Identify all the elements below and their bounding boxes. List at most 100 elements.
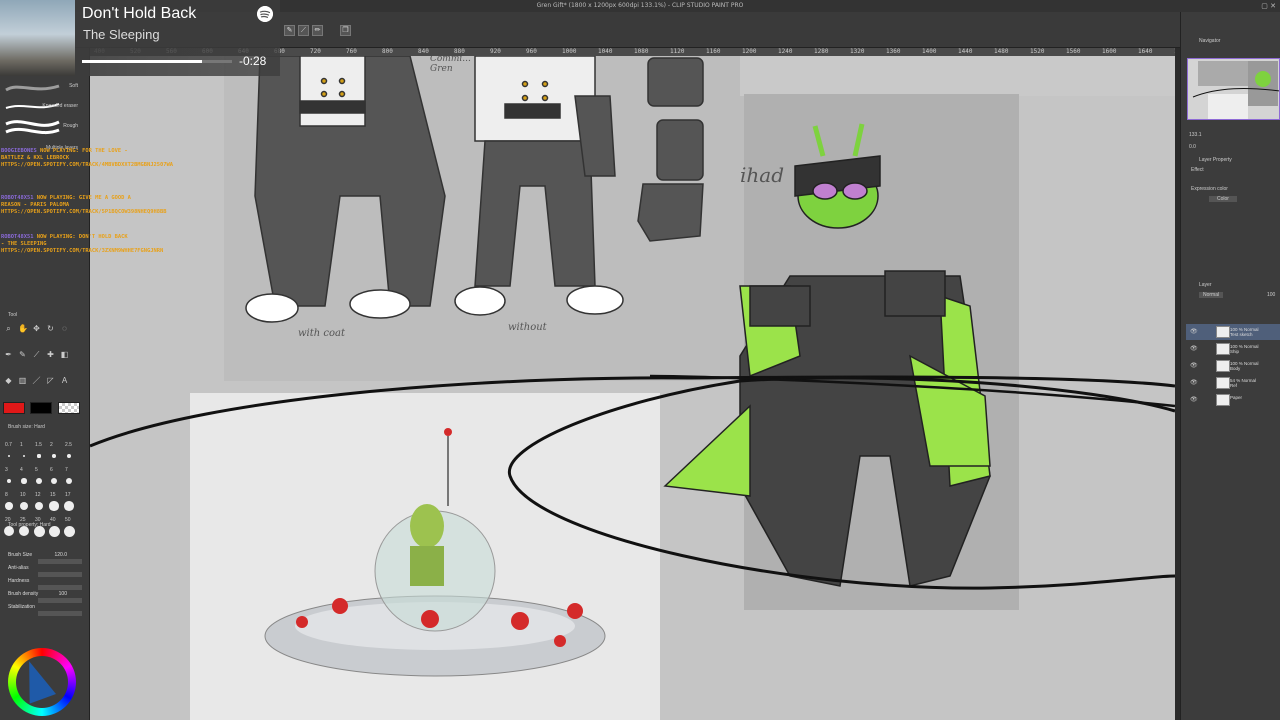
window-controls[interactable]: ▢ ✕ — [1261, 0, 1276, 12]
main-color-swatch[interactable] — [3, 402, 25, 414]
ruler-tick: 1200 — [742, 48, 757, 55]
lasso-icon[interactable]: ◌ — [60, 324, 69, 333]
edit-tool-icon[interactable]: ✏ — [312, 25, 323, 36]
ruler-icon[interactable]: ◸ — [46, 376, 55, 385]
brush-size-label[interactable]: 3 — [5, 467, 8, 473]
visibility-eye-icon[interactable]: 👁 — [1190, 345, 1198, 352]
ruler-tick: 1640 — [1138, 48, 1153, 55]
property-slider[interactable] — [38, 585, 82, 590]
brush-size-dot[interactable] — [66, 453, 72, 459]
tool-property-title: Tool property: Hard — [8, 522, 51, 528]
chat-message: ROBOT48X51 NOW PLAYING: GIVE ME A GOOD A… — [1, 195, 167, 216]
canvas-area[interactable]: with coat without Commi... Gren ihad — [90, 56, 1175, 720]
brush-size-label[interactable]: 17 — [65, 492, 71, 498]
chat-user: ROBOT48X51 — [1, 195, 34, 201]
ruler-tick: 960 — [526, 48, 537, 55]
brush-size-dot[interactable] — [64, 501, 74, 511]
brush-size-dot[interactable] — [49, 501, 59, 511]
visibility-eye-icon[interactable]: 👁 — [1190, 362, 1198, 369]
brush-size-dot[interactable] — [22, 454, 26, 458]
brush-rough[interactable]: Rough — [0, 118, 90, 138]
ruler-tick: 800 — [382, 48, 393, 55]
layer-panel-title: Layer — [1199, 282, 1212, 288]
app-window: Gren Gift* (1800 x 1200px 600dpi 133.1%)… — [0, 0, 1280, 720]
visibility-eye-icon[interactable]: 👁 — [1190, 396, 1198, 403]
airbrush-icon[interactable]: ✚ — [46, 350, 55, 359]
brush-size-label[interactable]: 0.7 — [5, 442, 12, 448]
brush-size-dot[interactable] — [5, 502, 13, 510]
brush-size-dot[interactable] — [8, 455, 10, 457]
brush-size-dot[interactable] — [19, 501, 29, 511]
brush-size-label[interactable]: 4 — [20, 467, 23, 473]
sub-color-swatch[interactable] — [30, 402, 52, 414]
property-value[interactable]: 100 — [59, 591, 67, 597]
layer-opacity[interactable]: 100 — [1267, 292, 1275, 298]
pencil-icon[interactable]: ✎ — [18, 350, 27, 359]
pen-tool-icon[interactable]: ✎ — [284, 25, 295, 36]
layer-copy-icon[interactable]: ❐ — [340, 25, 351, 36]
label-commission: Commi... Gren — [430, 56, 471, 74]
ruler-tick: 880 — [454, 48, 465, 55]
brush-size-label[interactable]: 6 — [50, 467, 53, 473]
brush-size-label[interactable]: 2.5 — [65, 442, 72, 448]
brush-size-label[interactable]: 5 — [35, 467, 38, 473]
property-slider[interactable] — [38, 559, 82, 564]
brush-tool-icon[interactable]: ⟋ — [298, 25, 309, 36]
brush-size-label[interactable]: 7 — [65, 467, 68, 473]
navigator-zoom[interactable]: 133.1 — [1189, 132, 1202, 138]
layer-row[interactable]: 👁 54 % Normal Ref — [1186, 375, 1280, 391]
blend-mode-select[interactable]: Normal — [1199, 292, 1224, 298]
brush-size-label[interactable]: 10 — [20, 492, 26, 498]
brush-size-label[interactable]: 2 — [50, 442, 53, 448]
layer-row[interactable]: 👁 100 % Normal Body — [1186, 358, 1280, 374]
property-slider[interactable] — [38, 598, 82, 603]
brush-size-label[interactable]: 8 — [5, 492, 8, 498]
expression-color-select[interactable]: Color — [1209, 196, 1237, 202]
property-label: Brush Size — [8, 552, 33, 558]
brush-icon[interactable]: ⟋ — [32, 350, 41, 359]
gradient-icon[interactable]: ▥ — [18, 376, 27, 385]
brush-soft[interactable]: Soft — [0, 78, 90, 98]
move-icon[interactable]: ✥ — [32, 324, 41, 333]
brush-size-dot[interactable] — [36, 478, 42, 484]
navigator-angle[interactable]: 0.0 — [1189, 144, 1196, 150]
figure-icon[interactable]: ／ — [32, 376, 41, 385]
property-slider[interactable] — [38, 572, 82, 577]
ruler-tick: 1480 — [994, 48, 1009, 55]
visibility-eye-icon[interactable]: 👁 — [1190, 379, 1198, 386]
brush-size-label[interactable]: 15 — [50, 492, 56, 498]
brush-size-dot[interactable] — [50, 477, 58, 485]
transparent-color-swatch[interactable] — [58, 402, 80, 414]
brush-size-dot[interactable] — [6, 478, 12, 484]
ruler-tick: 1360 — [886, 48, 901, 55]
property-label: Hardness — [8, 578, 30, 584]
ruler-tick: 840 — [418, 48, 429, 55]
brush-size-label[interactable]: 1.5 — [35, 442, 42, 448]
property-slider[interactable] — [38, 611, 82, 616]
eraser-icon[interactable]: ◧ — [60, 350, 69, 359]
pen-icon[interactable]: ✒ — [4, 350, 13, 359]
layer-row[interactable]: 👁 100 % Normal Test sketch — [1186, 324, 1280, 340]
fill-icon[interactable]: ◆ — [4, 376, 13, 385]
brush-size-dot[interactable] — [52, 454, 56, 458]
layer-thumbnail — [1216, 326, 1230, 338]
property-value[interactable]: 120.0 — [54, 552, 67, 558]
brush-size-label[interactable]: 12 — [35, 492, 41, 498]
song-time-remaining: -0:28 — [239, 54, 267, 68]
brush-size-dot[interactable] — [34, 501, 44, 511]
navigator-thumbnail[interactable] — [1187, 58, 1280, 120]
brush-size-label[interactable]: 1 — [20, 442, 23, 448]
rotate-icon[interactable]: ↻ — [46, 324, 55, 333]
visibility-eye-icon[interactable]: 👁 — [1190, 328, 1198, 335]
brush-size-dot[interactable] — [37, 454, 41, 458]
text-icon[interactable]: A — [60, 376, 69, 385]
brush-size-dot[interactable] — [65, 477, 73, 485]
layer-row[interactable]: 👁 100 % Normal Ship — [1186, 341, 1280, 357]
zoom-icon[interactable]: ⌕ — [4, 324, 13, 333]
hand-icon[interactable]: ✋ — [18, 324, 28, 333]
brush-size-dot[interactable] — [63, 525, 75, 537]
layer-row[interactable]: 👁 Paper — [1186, 392, 1280, 408]
brush-size-dot[interactable] — [21, 478, 27, 484]
brush-kneaded-eraser[interactable]: Kneaded eraser — [0, 98, 90, 118]
brush-size-label[interactable]: 50 — [65, 517, 71, 523]
